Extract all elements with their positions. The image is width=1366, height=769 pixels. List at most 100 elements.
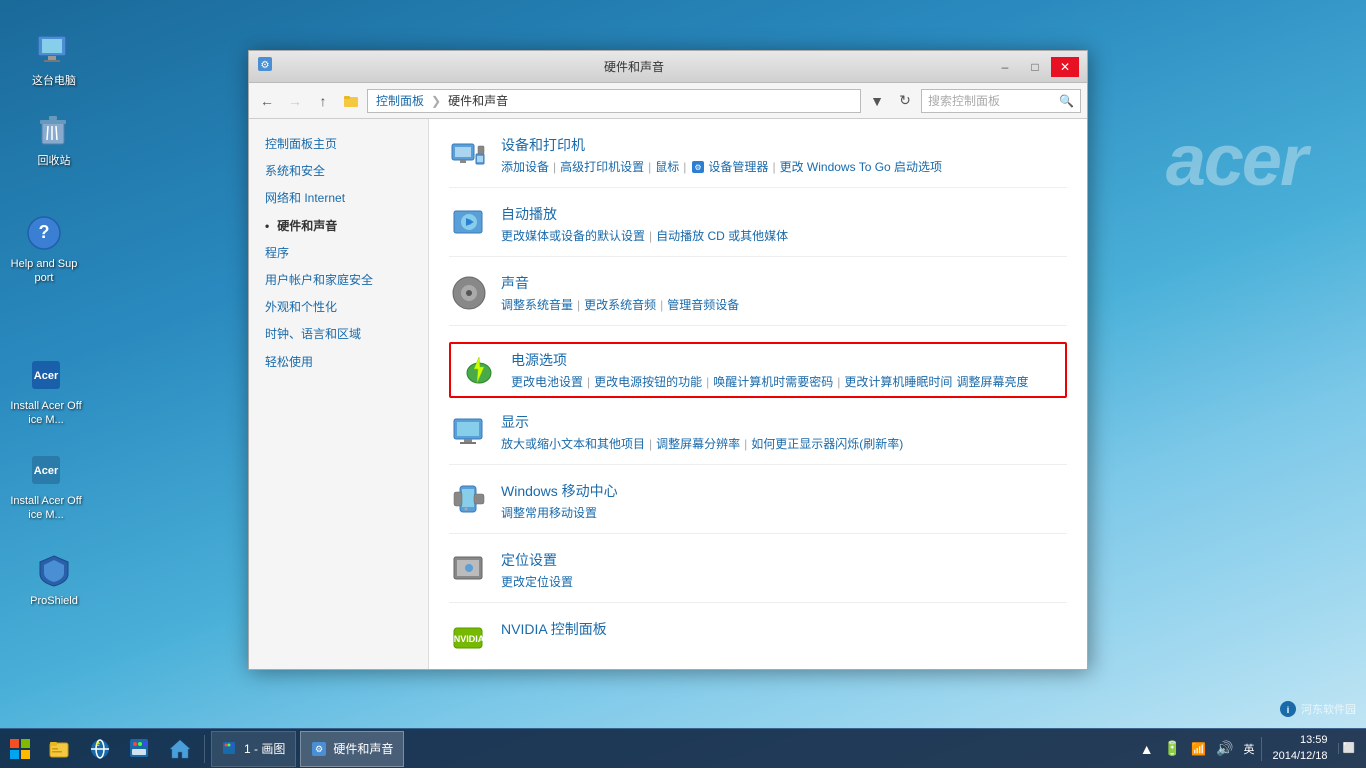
close-button[interactable]: ✕	[1051, 57, 1079, 77]
sidebar-item-appearance[interactable]: 外观和个性化	[249, 294, 428, 321]
link-sleep-time[interactable]: 更改计算机睡眠时间	[844, 373, 952, 390]
taskbar-pinned-home[interactable]	[162, 731, 198, 767]
tray-battery[interactable]: 🔋	[1161, 740, 1184, 757]
folder-icon	[339, 89, 363, 113]
taskbar-separator	[204, 735, 205, 763]
taskbar-app-hardware[interactable]: ⚙ 硬件和声音	[300, 731, 404, 767]
mobility-title[interactable]: Windows 移动中心	[501, 481, 1067, 501]
taskbar-app-paint[interactable]: 1 - 画图	[211, 731, 296, 767]
watermark-bottom: i 河东软件园	[1279, 700, 1356, 718]
link-battery-settings[interactable]: 更改电池设置	[511, 373, 583, 390]
nvidia-title[interactable]: NVIDIA 控制面板	[501, 619, 1067, 639]
link-mobile-settings[interactable]: 调整常用移动设置	[501, 504, 597, 521]
desktop-icon-install-acer1[interactable]: Acer Install Acer Office M...	[10, 355, 82, 428]
path-dropdown-button[interactable]: ▼	[865, 89, 889, 113]
tray-volume[interactable]: 🔊	[1213, 740, 1236, 757]
help-label: Help and Support	[8, 257, 80, 286]
autoplay-title[interactable]: 自动播放	[501, 204, 1067, 224]
link-screen-brightness[interactable]: 调整屏幕亮度	[956, 373, 1028, 390]
link-device-manager[interactable]: 设备管理器	[708, 158, 768, 175]
proshield-label: ProShield	[30, 594, 78, 608]
back-button[interactable]: ←	[255, 89, 279, 113]
this-pc-icon	[34, 30, 74, 70]
taskbar-app-paint-label: 1 - 画图	[244, 740, 285, 757]
mobility-icon	[449, 481, 489, 521]
link-add-device[interactable]: 添加设备	[501, 158, 549, 175]
address-path[interactable]: 控制面板 ❯ 硬件和声音	[367, 89, 861, 113]
sound-links: 调整系统音量 | 更改系统音频 | 管理音频设备	[501, 296, 1067, 313]
autoplay-icon	[449, 204, 489, 244]
sound-content: 声音 调整系统音量 | 更改系统音频 | 管理音频设备	[501, 273, 1067, 313]
link-wakeup-password[interactable]: 唤醒计算机时需要密码	[713, 373, 833, 390]
titlebar: ⚙ 硬件和声音 – □ ✕	[249, 51, 1087, 83]
search-box[interactable]: 搜索控制面板 🔍	[921, 89, 1081, 113]
link-change-sound[interactable]: 更改系统音频	[584, 296, 656, 313]
taskbar-pinned-paint[interactable]	[122, 731, 158, 767]
desktop-icon-proshield[interactable]: ProShield	[18, 550, 90, 608]
tray-up-arrow[interactable]: ▲	[1137, 741, 1157, 757]
link-mouse[interactable]: 鼠标	[655, 158, 679, 175]
desktop-icon-install-acer2[interactable]: Acer Install Acer Office M...	[10, 450, 82, 523]
desktop-icon-this-pc[interactable]: 这台电脑	[18, 30, 90, 88]
display-icon	[449, 412, 489, 452]
desktop: acer 这台电脑 回收站	[0, 0, 1366, 768]
forward-button[interactable]: →	[283, 89, 307, 113]
sidebar-item-programs[interactable]: 程序	[249, 240, 428, 267]
section-power: 电源选项 更改电池设置 | 更改电源按钮的功能 | 唤醒计算机时需要密码 | 更…	[449, 342, 1067, 398]
watermark-text: 河东软件园	[1301, 701, 1356, 717]
watermark-icon: i	[1279, 700, 1297, 718]
svg-text:?: ?	[39, 222, 50, 242]
link-printer-settings[interactable]: 高级打印机设置	[560, 158, 644, 175]
link-adjust-volume[interactable]: 调整系统音量	[501, 296, 573, 313]
up-button[interactable]: ↑	[311, 89, 335, 113]
refresh-button[interactable]: ↻	[893, 89, 917, 113]
display-title[interactable]: 显示	[501, 412, 1067, 432]
svg-text:i: i	[1287, 705, 1290, 715]
search-icon: 🔍	[1059, 94, 1074, 108]
install-acer1-icon: Acer	[26, 355, 66, 395]
link-refresh-rate[interactable]: 如何更正显示器闪烁(刷新率)	[751, 435, 903, 452]
start-button[interactable]	[0, 729, 40, 769]
install-acer2-label: Install Acer Office M...	[10, 494, 82, 523]
sidebar-item-ease[interactable]: 轻松使用	[249, 349, 428, 376]
taskbar-pinned-explorer[interactable]	[42, 731, 78, 767]
display-content: 显示 放大或缩小文本和其他项目 | 调整屏幕分辨率 | 如何更正显示器闪烁(刷新…	[501, 412, 1067, 452]
sidebar-item-accounts[interactable]: 用户帐户和家庭安全	[249, 267, 428, 294]
taskbar-pinned-ie[interactable]: e	[82, 731, 118, 767]
path-part-cp[interactable]: 控制面板	[376, 92, 424, 109]
link-windows-to-go[interactable]: 更改 Windows To Go 启动选项	[780, 158, 942, 175]
link-resolution[interactable]: 调整屏幕分辨率	[656, 435, 740, 452]
tray-network[interactable]: 📶	[1188, 742, 1209, 756]
section-mobility: Windows 移动中心 调整常用移动设置	[449, 481, 1067, 534]
link-autoplay-cd[interactable]: 自动播放 CD 或其他媒体	[656, 227, 788, 244]
sidebar-item-network[interactable]: 网络和 Internet	[249, 185, 428, 212]
devices-icon	[449, 135, 489, 175]
tray-lang[interactable]: 英	[1240, 741, 1257, 757]
devices-title[interactable]: 设备和打印机	[501, 135, 1067, 155]
section-display: 显示 放大或缩小文本和其他项目 | 调整屏幕分辨率 | 如何更正显示器闪烁(刷新…	[449, 412, 1067, 465]
clock-date: 2014/12/18	[1272, 749, 1327, 764]
link-manage-audio[interactable]: 管理音频设备	[667, 296, 739, 313]
nvidia-content: NVIDIA 控制面板	[501, 619, 1067, 642]
link-power-button[interactable]: 更改电源按钮的功能	[594, 373, 702, 390]
desktop-icon-recycle-bin[interactable]: 回收站	[18, 110, 90, 168]
addressbar: ← → ↑ 控制面板 ❯ 硬件和声音 ▼ ↻ 搜索控制面板 🔍	[249, 83, 1087, 119]
power-title[interactable]: 电源选项	[511, 350, 1057, 370]
show-desktop[interactable]: ⬜	[1338, 743, 1358, 754]
desktop-icon-help[interactable]: ? Help and Support	[8, 213, 80, 286]
location-title[interactable]: 定位设置	[501, 550, 1067, 570]
link-location-settings[interactable]: 更改定位设置	[501, 573, 573, 590]
sidebar-item-hardware[interactable]: 硬件和声音	[249, 213, 428, 240]
sidebar-item-clock[interactable]: 时钟、语言和区域	[249, 321, 428, 348]
minimize-button[interactable]: –	[991, 57, 1019, 77]
clock[interactable]: 13:59 2014/12/18	[1266, 733, 1333, 764]
sound-title[interactable]: 声音	[501, 273, 1067, 293]
sidebar-item-home[interactable]: 控制面板主页	[249, 131, 428, 158]
sidebar-item-system[interactable]: 系统和安全	[249, 158, 428, 185]
maximize-button[interactable]: □	[1021, 57, 1049, 77]
svg-text:Acer: Acer	[34, 370, 59, 382]
link-text-size[interactable]: 放大或缩小文本和其他项目	[501, 435, 645, 452]
svg-text:⚙: ⚙	[695, 163, 702, 172]
display-links: 放大或缩小文本和其他项目 | 调整屏幕分辨率 | 如何更正显示器闪烁(刷新率)	[501, 435, 1067, 452]
link-autoplay-default[interactable]: 更改媒体或设备的默认设置	[501, 227, 645, 244]
